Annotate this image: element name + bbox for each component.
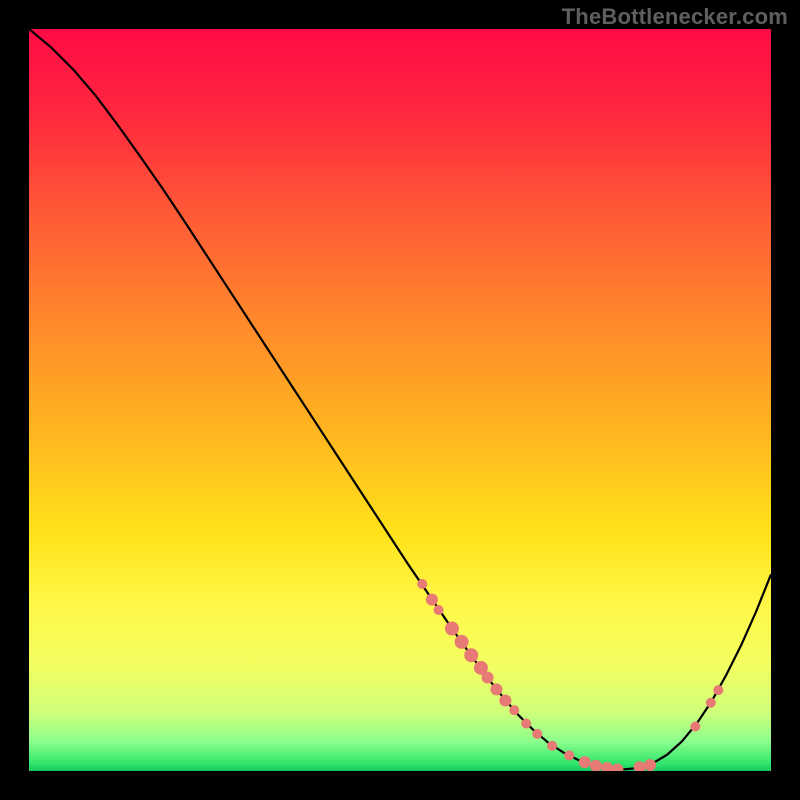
data-marker xyxy=(706,698,716,708)
data-marker xyxy=(532,729,542,739)
data-marker xyxy=(579,756,591,768)
data-marker xyxy=(445,622,459,636)
chart-svg xyxy=(29,29,771,771)
data-marker xyxy=(564,750,574,760)
data-marker xyxy=(417,579,427,589)
data-marker xyxy=(490,683,502,695)
watermark-text: TheBottlenecker.com xyxy=(562,4,788,30)
data-marker xyxy=(690,721,700,731)
data-marker xyxy=(434,605,444,615)
data-marker xyxy=(644,759,656,771)
data-marker xyxy=(464,648,478,662)
chart-plot-area xyxy=(29,29,771,771)
data-marker xyxy=(455,635,469,649)
data-marker xyxy=(509,705,519,715)
data-marker xyxy=(547,741,557,751)
data-marker xyxy=(482,672,494,684)
data-marker xyxy=(426,594,438,606)
data-marker xyxy=(521,719,531,729)
data-marker xyxy=(713,685,723,695)
gradient-background xyxy=(29,29,771,771)
data-marker xyxy=(499,695,511,707)
